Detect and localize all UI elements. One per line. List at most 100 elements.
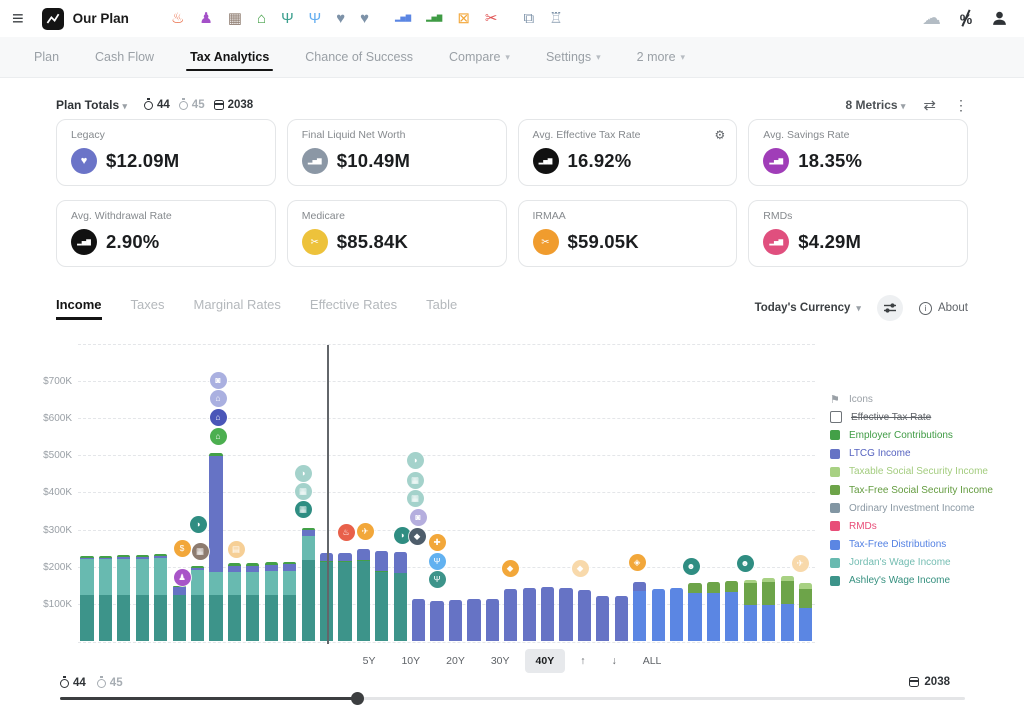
income-bar[interactable] [191, 566, 204, 641]
bank-icon[interactable]: ♖ [549, 11, 562, 26]
marker-social-security-icon[interactable]: ☻ [737, 555, 754, 572]
income-bar[interactable] [725, 581, 738, 641]
tab-2-more[interactable]: 2 more▾ [619, 37, 703, 77]
income-bar[interactable] [541, 587, 554, 641]
chart-green-icon[interactable]: ▂▅▇ [426, 15, 442, 22]
income-bar[interactable] [559, 588, 572, 641]
income-bar[interactable] [154, 554, 167, 641]
more-options-icon[interactable]: ⋮ [954, 97, 968, 114]
home-search-icon[interactable]: ⌂ [257, 11, 266, 26]
income-bar[interactable] [173, 586, 186, 641]
income-bar[interactable] [246, 563, 259, 641]
income-bar[interactable] [209, 453, 222, 641]
marker-education-faded-icon[interactable]: ◆ [572, 560, 589, 577]
marker-education-savings-icon[interactable]: ▤ [228, 541, 245, 558]
gear-icon[interactable]: ⚙ [714, 128, 725, 142]
income-bar[interactable] [449, 600, 462, 641]
app-logo-icon[interactable] [42, 8, 64, 30]
filter-sliders-button[interactable] [877, 295, 903, 321]
chart-blue-icon[interactable]: ▂▅▇ [395, 15, 411, 22]
legend-item[interactable]: Tax-Free Social Security Income [830, 481, 993, 499]
marker-social-security-icon[interactable]: ☻ [683, 558, 700, 575]
marker-account-faded-icon[interactable]: ◑ [295, 465, 312, 482]
palm-green-icon[interactable]: Ψ [281, 11, 294, 26]
metrics-count-dropdown[interactable]: 8 Metrics ▾ [846, 98, 906, 112]
marker-retirement-palm-icon[interactable]: Ψ [429, 571, 446, 588]
tab-tax-analytics[interactable]: Tax Analytics [172, 37, 287, 77]
briefcase-icon[interactable]: ▦ [228, 11, 242, 26]
income-bar[interactable] [80, 556, 93, 641]
income-bar[interactable] [430, 601, 443, 641]
tab-compare[interactable]: Compare▾ [431, 37, 528, 77]
chart-tab-taxes[interactable]: Taxes [131, 297, 165, 320]
zoom-button-10y[interactable]: 10Y [390, 649, 431, 673]
income-bar[interactable] [320, 553, 333, 641]
palm-blue-icon[interactable]: Ψ [309, 11, 322, 26]
marker-property-icon[interactable]: ▦ [295, 501, 312, 518]
income-bar[interactable] [799, 583, 812, 641]
income-bar[interactable] [467, 599, 480, 641]
income-bar[interactable] [504, 589, 517, 641]
chart-tab-income[interactable]: Income [56, 297, 102, 320]
chart-tab-effective-rates[interactable]: Effective Rates [310, 297, 397, 320]
income-bar[interactable] [486, 599, 499, 641]
tab-settings[interactable]: Settings▾ [528, 37, 619, 77]
income-bar[interactable] [688, 583, 701, 641]
marker-job-icon[interactable]: ▦ [192, 543, 209, 560]
plan-totals-dropdown[interactable]: Plan Totals ▾ [56, 98, 127, 112]
marker-home-search-icon[interactable]: ⌂ [210, 428, 227, 445]
marker-education-icon[interactable]: ◆ [502, 560, 519, 577]
income-bar[interactable] [633, 582, 646, 641]
zoom-button-↓[interactable]: ↓ [600, 649, 627, 673]
legend-item[interactable]: Jordan's Wage Income [830, 554, 993, 572]
chart-tab-table[interactable]: Table [426, 297, 457, 320]
legend-item[interactable]: Taxable Social Security Income [830, 463, 993, 481]
hamburger-menu-icon[interactable]: ≡ [12, 9, 24, 29]
health-heart-icon[interactable]: ♥ [360, 11, 369, 26]
legend-item[interactable]: Tax-Free Distributions [830, 536, 993, 554]
income-bar[interactable] [670, 588, 683, 641]
income-bar[interactable] [707, 582, 720, 641]
income-bar[interactable] [394, 552, 407, 641]
income-bar[interactable] [596, 596, 609, 641]
income-bar[interactable] [338, 553, 351, 641]
tab-cash-flow[interactable]: Cash Flow [77, 37, 172, 77]
legend-item[interactable]: Effective Tax Rate [830, 408, 993, 426]
marker-lock-faded-icon[interactable]: ◙ [210, 372, 227, 389]
legend-item[interactable]: RMDs [830, 517, 993, 535]
marker-retirement-fire-icon[interactable]: ♨ [338, 524, 355, 541]
income-bar[interactable] [117, 555, 130, 641]
monitor-icon[interactable]: ⧉ [523, 11, 534, 26]
marker-travel-faded-icon[interactable]: ✈ [792, 555, 809, 572]
zoom-button-5y[interactable]: 5Y [352, 649, 387, 673]
income-bar[interactable] [781, 576, 794, 641]
income-bar[interactable] [302, 528, 315, 641]
zoom-button-40y[interactable]: 40Y [525, 649, 566, 673]
cloud-sync-icon[interactable]: ☁ [922, 9, 941, 28]
person-icon[interactable]: ♟ [199, 11, 212, 26]
currency-dropdown[interactable]: Today's Currency▾ [755, 302, 861, 314]
income-bar[interactable] [523, 588, 536, 641]
tab-plan[interactable]: Plan [16, 37, 77, 77]
marker-travel-icon[interactable]: ✈ [357, 523, 374, 540]
income-bar[interactable] [283, 562, 296, 641]
income-bar[interactable] [375, 551, 388, 641]
income-bar[interactable] [615, 596, 628, 641]
income-bar[interactable] [136, 555, 149, 641]
marker-home-icon[interactable]: ⌂ [210, 409, 227, 426]
legend-item[interactable]: Employer Contributions [830, 426, 993, 444]
marker-child-icon[interactable]: ♟ [174, 569, 191, 586]
marker-property-faded-icon[interactable]: ▦ [407, 490, 424, 507]
zoom-button-20y[interactable]: 20Y [435, 649, 476, 673]
swap-layout-icon[interactable]: ⇄ [923, 96, 936, 114]
timeline-slider[interactable] [60, 697, 965, 700]
marker-account-faded-icon[interactable]: ◑ [407, 452, 424, 469]
marker-home-faded-icon[interactable]: ⌂ [210, 390, 227, 407]
marker-account-icon[interactable]: ◑ [394, 527, 411, 544]
zoom-button-↑[interactable]: ↑ [569, 649, 596, 673]
marker-lock-faded-icon[interactable]: ◙ [410, 509, 427, 526]
about-button[interactable]: iAbout [919, 302, 968, 315]
legend-item[interactable]: ⚑Icons [830, 390, 993, 408]
marker-expense-icon[interactable]: $ [174, 540, 191, 557]
account-icon[interactable] [991, 10, 1008, 27]
